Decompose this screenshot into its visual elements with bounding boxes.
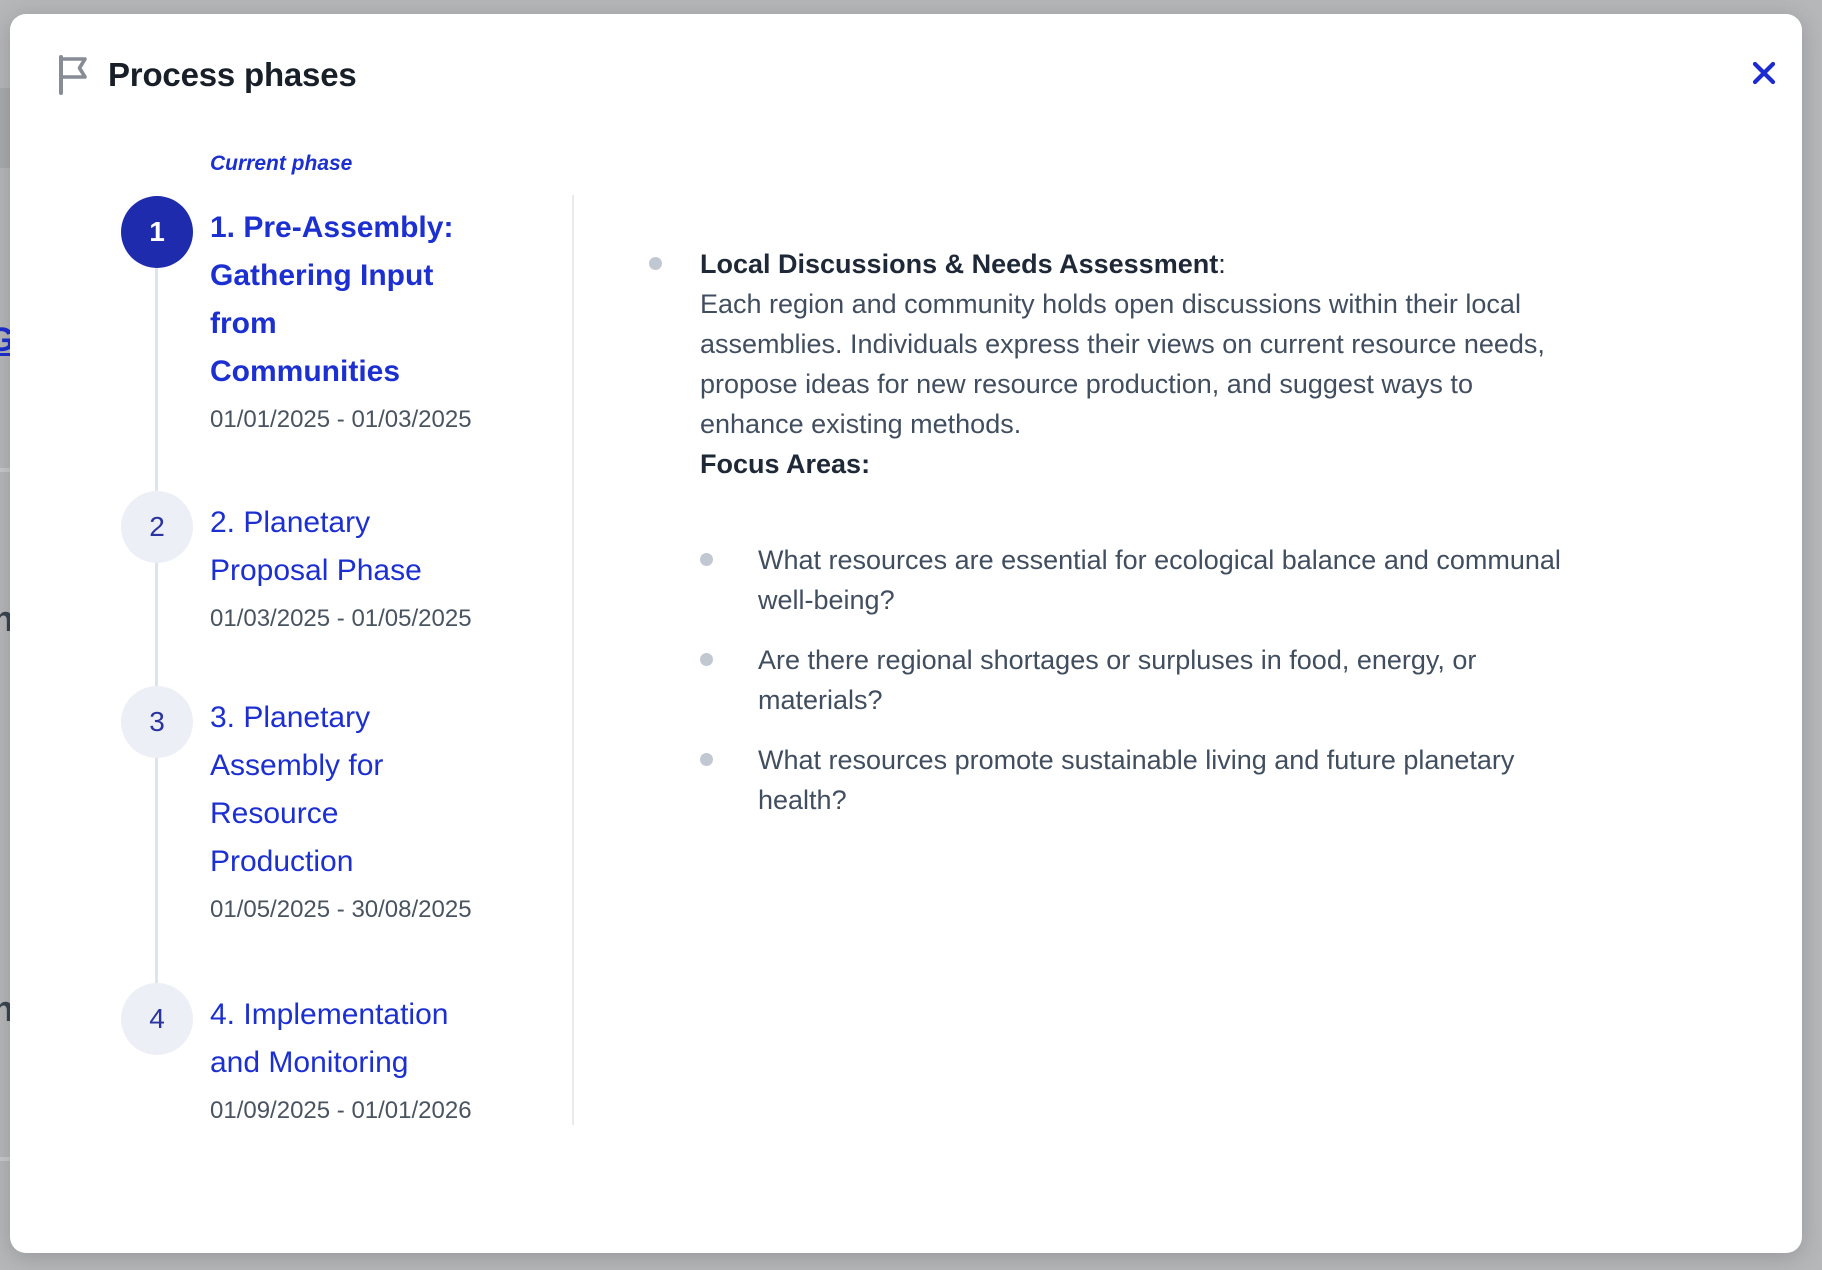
- phase-item-3: 3 3. Planetary Assembly for Resource Pro…: [121, 694, 513, 925]
- phase-3-step-badge: 3: [121, 686, 193, 758]
- process-phases-dialog: Process phases 1 Current phase 1. Pre-As…: [10, 14, 1802, 1253]
- background-text-fragment: n: [0, 988, 10, 1034]
- phase-4-title-link[interactable]: 4. Implementation and Monitoring: [210, 991, 513, 1087]
- phase-1-dates: 01/01/2025 - 01/03/2025: [210, 405, 513, 435]
- background-page-fragment: [0, 88, 10, 168]
- phase-1-step-badge: 1: [121, 196, 193, 268]
- description-heading: Local Discussions & Needs Assessment:: [700, 244, 1760, 284]
- phase-1-title-link[interactable]: 1. Pre-Assembly: Gathering Input from Co…: [210, 204, 513, 396]
- close-button[interactable]: [1740, 50, 1788, 98]
- dialog-header: Process phases: [54, 54, 357, 96]
- background-divider-fragment: [0, 468, 10, 472]
- current-phase-label: Current phase: [210, 150, 513, 178]
- focus-areas-heading: Focus Areas:: [700, 444, 1760, 484]
- background-text-fragment: n: [0, 598, 10, 644]
- phase-item-4: 4 4. Implementation and Monitoring 01/09…: [121, 991, 513, 1126]
- description-body: Each region and community holds open dis…: [700, 284, 1760, 444]
- close-icon: [1752, 61, 1776, 88]
- background-divider-fragment: [0, 1157, 10, 1161]
- phase-3-dates: 01/05/2025 - 30/08/2025: [210, 895, 513, 925]
- focus-area-item: Are there regional shortages or surpluse…: [700, 640, 1760, 720]
- flag-icon: [54, 54, 92, 96]
- phase-description: Local Discussions & Needs Assessment: Ea…: [700, 244, 1760, 840]
- phase-4-step-badge: 4: [121, 983, 193, 1055]
- focus-area-item: What resources promote sustainable livin…: [700, 740, 1760, 820]
- phase-2-dates: 01/03/2025 - 01/05/2025: [210, 604, 513, 634]
- phase-4-dates: 01/09/2025 - 01/01/2026: [210, 1096, 513, 1126]
- description-bullet: Local Discussions & Needs Assessment: Ea…: [700, 244, 1760, 820]
- phase-item-2: 2 2. Planetary Proposal Phase 01/03/2025…: [121, 499, 513, 634]
- focus-area-item: What resources are essential for ecologi…: [700, 540, 1760, 620]
- column-divider: [572, 195, 574, 1125]
- phase-2-step-badge: 2: [121, 491, 193, 563]
- phase-2-title-link[interactable]: 2. Planetary Proposal Phase: [210, 499, 513, 595]
- focus-areas-list: What resources are essential for ecologi…: [700, 540, 1760, 820]
- phase-item-1: 1 Current phase 1. Pre-Assembly: Gatheri…: [121, 150, 513, 435]
- dialog-title: Process phases: [108, 56, 357, 94]
- phase-3-title-link[interactable]: 3. Planetary Assembly for Resource Produ…: [210, 694, 513, 886]
